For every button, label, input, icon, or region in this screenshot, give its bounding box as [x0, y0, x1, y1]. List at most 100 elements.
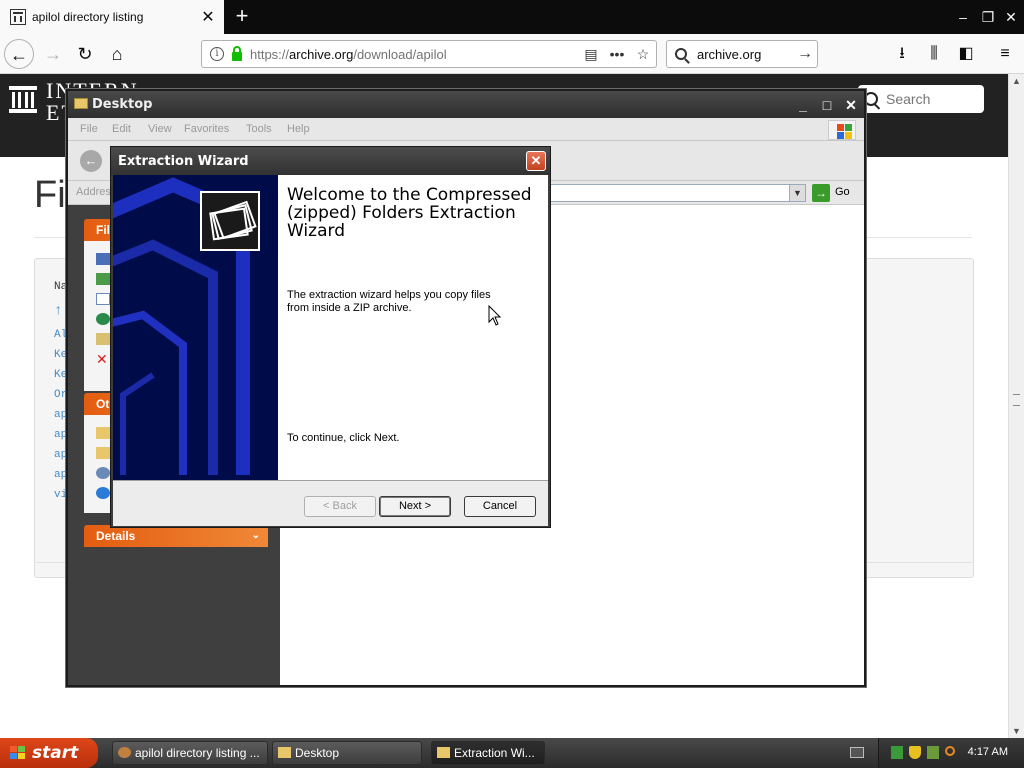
details-header-label: Details	[96, 529, 136, 543]
wizard-content: Welcome to the Compressed (zipped) Folde…	[278, 175, 548, 480]
archive-search-input[interactable]	[886, 91, 976, 107]
taskbar-item-extraction-wizard[interactable]: Extraction Wi...	[431, 741, 545, 765]
browser-tab[interactable]: apilol directory listing ✕	[0, 0, 224, 34]
new-tab-button[interactable]: +	[230, 4, 254, 28]
chevron-down-icon[interactable]: ⌄	[252, 525, 260, 547]
explorer-back-button[interactable]: ←	[80, 150, 102, 172]
wizard-banner	[113, 175, 278, 480]
firefox-icon	[118, 747, 131, 758]
lock-icon	[232, 45, 242, 61]
downloads-icon[interactable]: ⭳	[891, 43, 913, 65]
explorer-menubar: File Edit View Favorites Tools Help	[68, 118, 864, 141]
extraction-wizard-dialog: Extraction Wizard ✕ Welcome to the Compr…	[110, 146, 551, 528]
task-icon[interactable]	[96, 253, 110, 265]
folder-icon[interactable]	[96, 427, 110, 439]
globe-icon[interactable]	[96, 487, 110, 499]
archive-search-box[interactable]	[858, 85, 984, 113]
security-shield-icon[interactable]	[909, 746, 921, 759]
bookmark-star-icon[interactable]: ☆	[630, 46, 656, 63]
menu-view[interactable]: View	[148, 123, 172, 135]
tray-network-icon[interactable]	[891, 746, 903, 759]
page-actions-icon[interactable]: •••	[604, 46, 630, 62]
explorer-titlebar[interactable]: Desktop _ □ ✕	[68, 91, 864, 118]
menu-icon[interactable]: ≡	[994, 43, 1016, 65]
tray-app-icon[interactable]	[927, 746, 939, 759]
vertical-scrollbar[interactable]: ▲ ▼	[1008, 74, 1024, 738]
search-icon	[675, 48, 687, 60]
wizard-description: The extraction wizard helps you copy fil…	[287, 289, 491, 314]
explorer-minimize-button[interactable]: _	[793, 95, 813, 115]
task-icon[interactable]	[96, 313, 110, 325]
back-button[interactable]: < Back	[304, 496, 376, 517]
minimize-window-button[interactable]: ‒	[952, 6, 974, 28]
scroll-up-icon[interactable]: ▲	[1012, 76, 1021, 86]
url-scheme: https://	[250, 46, 290, 62]
taskbar: start apilol directory listing ... Deskt…	[0, 738, 1024, 768]
browser-search-bar[interactable]: archive.org →	[666, 40, 818, 68]
close-window-button[interactable]: ✕	[1000, 6, 1022, 28]
next-button[interactable]: Next >	[379, 496, 451, 517]
task-icon[interactable]	[96, 333, 110, 345]
wizard-continue-text: To continue, click Next.	[287, 432, 400, 444]
tab-close-icon[interactable]: ✕	[198, 7, 218, 27]
search-icon	[864, 92, 878, 106]
windows-flag-icon	[828, 120, 856, 140]
forward-button[interactable]: →	[38, 39, 68, 69]
scroll-thumb[interactable]	[1013, 394, 1020, 406]
explorer-title: Desktop	[92, 97, 153, 112]
menu-tools[interactable]: Tools	[246, 123, 272, 135]
folder-icon[interactable]	[96, 447, 110, 459]
clock[interactable]: 4:17 AM	[968, 746, 1008, 758]
restore-window-button[interactable]: ❐	[977, 6, 999, 28]
home-button[interactable]: ⌂	[102, 39, 132, 69]
archive-logo-icon[interactable]	[8, 84, 38, 114]
menu-favorites[interactable]: Favorites	[184, 123, 229, 135]
delete-icon[interactable]: ✕	[96, 352, 110, 366]
details-header[interactable]: Details ⌄	[84, 525, 268, 547]
mouse-cursor-icon	[488, 305, 502, 326]
network-icon[interactable]	[96, 467, 110, 479]
tray-search-icon[interactable]	[945, 746, 955, 756]
search-go-icon[interactable]: →	[793, 45, 817, 63]
url-text[interactable]: https://archive.org/download/apilol	[250, 47, 578, 62]
explorer-maximize-button[interactable]: □	[817, 95, 837, 115]
parent-directory-link[interactable]: ↑	[54, 303, 62, 319]
wizard-heading: Welcome to the Compressed (zipped) Folde…	[287, 185, 532, 241]
tab-title: apilol directory listing	[32, 10, 144, 24]
start-button[interactable]: start	[0, 738, 98, 768]
url-path: /download/apilol	[353, 46, 447, 62]
url-bar[interactable]: i https://archive.org/download/apilol ▤ …	[201, 40, 657, 68]
library-icon[interactable]: ⫼	[923, 43, 945, 65]
taskbar-item-desktop[interactable]: Desktop	[272, 741, 422, 765]
taskbar-item-browser[interactable]: apilol directory listing ...	[112, 741, 268, 765]
start-label: start	[32, 743, 79, 763]
address-dropdown-icon[interactable]: ▼	[789, 185, 805, 201]
go-arrow-icon[interactable]: →	[812, 184, 830, 202]
wizard-footer: < Back Next > Cancel	[113, 480, 548, 526]
browser-tab-bar: apilol directory listing ✕ + ‒ ❐ ✕	[0, 0, 1024, 34]
taskbar-item-label: Desktop	[295, 746, 340, 760]
cancel-button[interactable]: Cancel	[464, 496, 536, 517]
keyboard-icon[interactable]	[850, 747, 864, 758]
info-icon[interactable]: i	[210, 47, 224, 61]
wizard-titlebar[interactable]: Extraction Wizard ✕	[111, 147, 550, 175]
back-button[interactable]: ←	[4, 39, 34, 69]
wizard-title: Extraction Wizard	[118, 154, 249, 169]
taskbar-item-label: apilol directory listing ...	[135, 746, 260, 760]
url-host: archive.org	[289, 46, 354, 62]
menu-file[interactable]: File	[80, 123, 98, 135]
zip-folder-icon	[437, 747, 450, 758]
sidebar-icon[interactable]: ◧	[955, 43, 977, 65]
menu-edit[interactable]: Edit	[112, 123, 131, 135]
task-icon[interactable]	[96, 293, 110, 305]
go-button[interactable]: Go	[835, 186, 850, 198]
wizard-close-button[interactable]: ✕	[526, 151, 546, 171]
reader-view-icon[interactable]: ▤	[578, 46, 604, 63]
scroll-down-icon[interactable]: ▼	[1012, 726, 1021, 736]
archive-favicon-icon	[10, 9, 26, 25]
explorer-close-button[interactable]: ✕	[841, 95, 861, 115]
reload-button[interactable]: ↻	[70, 39, 100, 69]
menu-help[interactable]: Help	[287, 123, 310, 135]
task-icon[interactable]	[96, 273, 110, 285]
browser-navigation-bar: ← → ↻ ⌂ i https://archive.org/download/a…	[0, 34, 1024, 74]
